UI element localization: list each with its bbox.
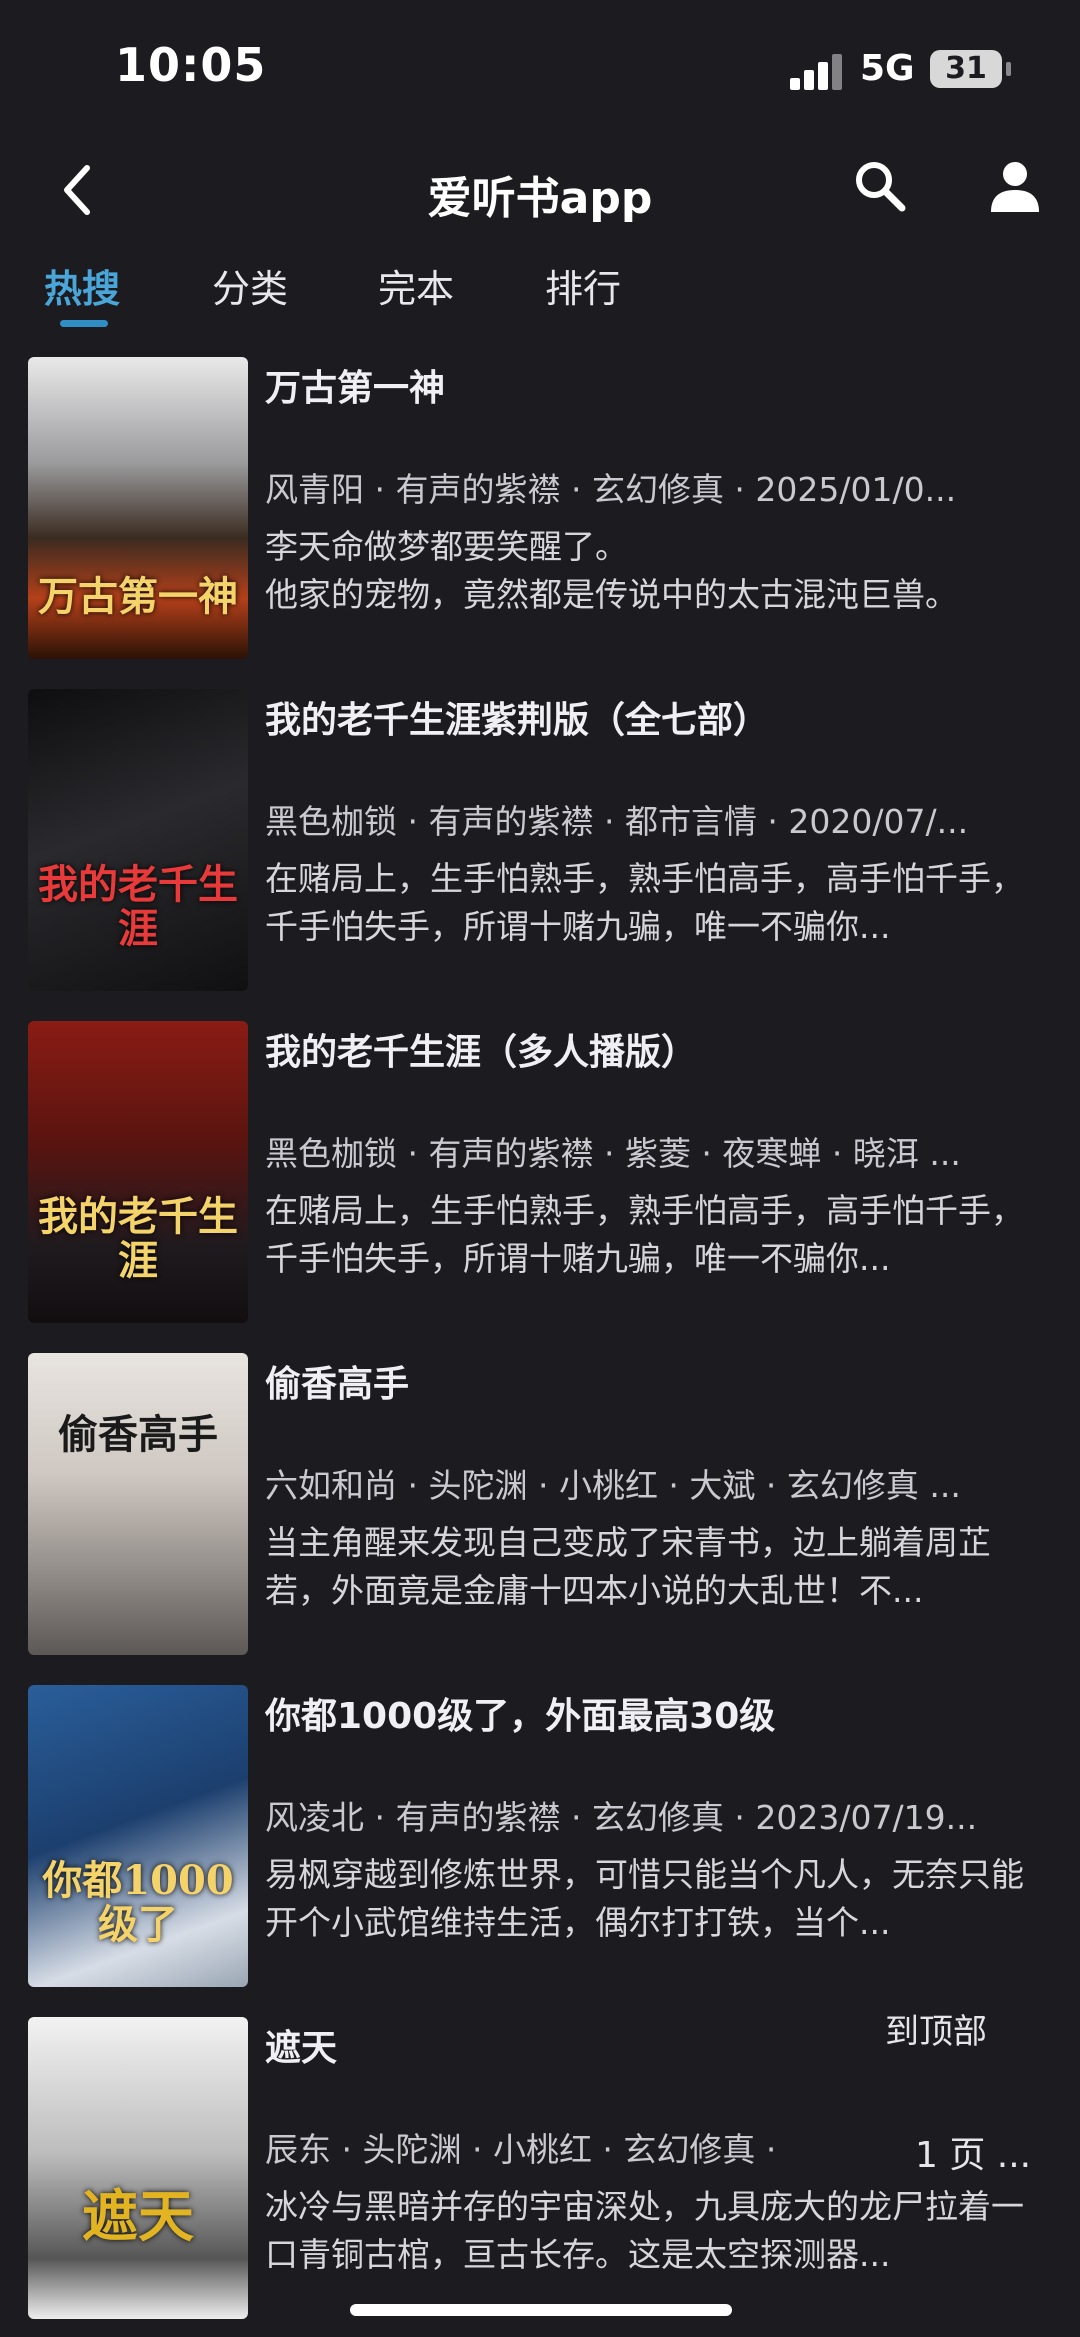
tab-completed[interactable]: 完本: [378, 258, 454, 313]
list-item[interactable]: 我的老千生涯 我的老千生涯紫荆版（全七部） 黑色枷锁 · 有声的紫襟 · 都市言…: [0, 687, 1080, 992]
tab-ranking[interactable]: 排行: [545, 258, 621, 313]
book-cover[interactable]: 遮天: [28, 2017, 248, 2319]
search-button[interactable]: [850, 156, 910, 216]
status-time: 10:05: [115, 38, 267, 92]
cover-title: 偷香高手: [58, 1411, 218, 1458]
list-item[interactable]: 我的老千生涯 我的老千生涯（多人播版） 黑色枷锁 · 有声的紫襟 · 紫菱 · …: [0, 1019, 1080, 1324]
book-cover[interactable]: 万古第一神: [28, 357, 248, 659]
status-bar: 10:05 5G 31: [0, 0, 1080, 140]
book-desc: 冰冷与黑暗并存的宇宙深处，九具庞大的龙尸拉着一口青铜古棺，亘古长存。这是太空探测…: [265, 2187, 1024, 2274]
list-item[interactable]: 你都1000级了 你都1000级了，外面最高30级 风凌北 · 有声的紫襟 · …: [0, 1683, 1080, 1988]
active-tab-indicator: [60, 320, 108, 327]
book-title: 偷香高手: [265, 1364, 410, 1405]
book-cover[interactable]: 我的老千生涯: [28, 1021, 248, 1323]
book-desc: 在赌局上，生手怕熟手，熟手怕高手，高手怕千手，千手怕失手，所谓十赌九骗，唯一不骗…: [265, 1191, 1024, 1278]
list-item[interactable]: 偷香高手 偷香高手 六如和尚 · 头陀渊 · 小桃红 · 大斌 · 玄幻修真 .…: [0, 1351, 1080, 1656]
scroll-to-top-button[interactable]: 到顶部: [885, 2004, 987, 2053]
book-cover[interactable]: 我的老千生涯: [28, 689, 248, 991]
book-title: 你都1000级了，外面最高30级: [265, 1696, 776, 1737]
book-meta: 黑色枷锁 · 有声的紫襟 · 紫菱 · 夜寒蝉 · 晓洱 ...: [265, 1134, 961, 1173]
cover-title: 你都1000级了: [42, 1857, 234, 1948]
home-indicator[interactable]: [350, 2304, 732, 2316]
network-type: 5G: [860, 48, 915, 89]
list-item[interactable]: 万古第一神 万古第一神 风青阳 · 有声的紫襟 · 玄幻修真 · 2025/01…: [0, 355, 1080, 660]
book-cover[interactable]: 你都1000级了: [28, 1685, 248, 1987]
cover-title: 万古第一神: [38, 573, 238, 620]
cover-title: 我的老千生涯: [38, 861, 238, 952]
book-title: 我的老千生涯（多人播版）: [265, 1032, 698, 1073]
search-icon: [856, 162, 906, 212]
signal-icon: [790, 54, 846, 90]
book-meta: 辰东 · 头陀渊 · 小桃红 · 玄幻修真 ·: [265, 2130, 777, 2169]
book-cover[interactable]: 偷香高手: [28, 1353, 248, 1655]
profile-button[interactable]: [985, 156, 1045, 216]
book-meta: 黑色枷锁 · 有声的紫襟 · 都市言情 · 2020/07/...: [265, 802, 969, 841]
book-desc: 当主角醒来发现自己变成了宋青书，边上躺着周芷若，外面竟是金庸十四本小说的大乱世！…: [265, 1523, 991, 1610]
page-title: 爱听书app: [427, 173, 653, 224]
page-indicator[interactable]: 1 页 ...: [905, 2126, 1065, 2178]
battery-icon: 31: [930, 50, 1002, 88]
battery-tip: [1006, 62, 1011, 76]
book-meta: 风青阳 · 有声的紫襟 · 玄幻修真 · 2025/01/0...: [265, 470, 957, 509]
book-title: 我的老千生涯紫荆版（全七部）: [265, 700, 770, 741]
book-meta: 风凌北 · 有声的紫襟 · 玄幻修真 · 2023/07/19...: [265, 1798, 978, 1837]
category-tabs: 热搜 分类 完本 排行: [0, 250, 1080, 330]
book-desc: 易枫穿越到修炼世界，可惜只能当个凡人，无奈只能开个小武馆维持生活，偶尔打打铁，当…: [265, 1855, 1024, 1942]
tab-category[interactable]: 分类: [212, 258, 288, 313]
book-title: 万古第一神: [265, 368, 446, 409]
book-desc: 李天命做梦都要笑醒了。 他家的宠物，竟然都是传说中的太古混沌巨兽。: [265, 527, 958, 614]
user-icon: [991, 162, 1039, 212]
tab-hot[interactable]: 热搜: [44, 258, 120, 313]
book-desc: 在赌局上，生手怕熟手，熟手怕高手，高手怕千手，千手怕失手，所谓十赌九骗，唯一不骗…: [265, 859, 1024, 946]
book-meta: 六如和尚 · 头陀渊 · 小桃红 · 大斌 · 玄幻修真 ...: [265, 1466, 961, 1505]
cover-title: 遮天: [82, 2184, 194, 2250]
cover-title: 我的老千生涯: [38, 1193, 238, 1284]
